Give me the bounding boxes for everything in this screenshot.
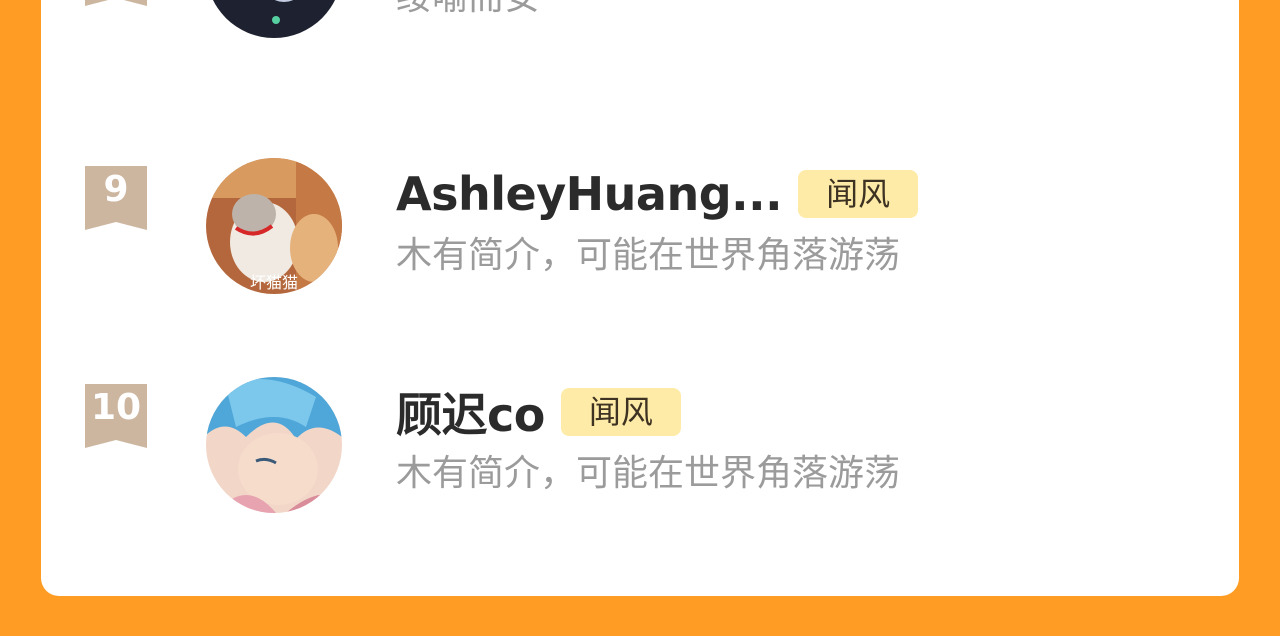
- ranking-list-card: 8 绥喻而安 9: [41, 0, 1239, 596]
- ranking-row-9[interactable]: 9 坏猫猫 AshleyHuang... 闻风 木有简介，可能在世界角落游荡: [41, 150, 1239, 294]
- rank-number: 10: [90, 387, 142, 428]
- ranking-row-10[interactable]: 10 顾迟co 闻风 木有简介，可能在世界角落游荡: [41, 368, 1239, 513]
- ribbon-icon: [85, 0, 147, 6]
- avatar[interactable]: [206, 0, 342, 38]
- rank-ribbon-9: 9: [85, 166, 147, 230]
- user-bio: 木有简介，可能在世界角落游荡: [396, 235, 901, 276]
- ranking-row-8[interactable]: 8 绥喻而安: [41, 0, 1239, 42]
- user-name[interactable]: AshleyHuang...: [396, 167, 783, 221]
- user-name-line: 顾迟co 闻风: [396, 384, 681, 442]
- user-bio: 绥喻而安: [396, 0, 540, 20]
- level-badge: 闻风: [560, 388, 681, 436]
- level-badge: 闻风: [798, 170, 919, 218]
- rank-number: 9: [103, 169, 129, 210]
- avatar[interactable]: [206, 377, 342, 513]
- rank-ribbon-8: 8: [85, 0, 147, 6]
- avatar-caption: 坏猫猫: [249, 273, 298, 292]
- user-name[interactable]: 顾迟co: [396, 379, 545, 445]
- user-avatar-anime-boy-icon: [206, 377, 342, 513]
- avatar[interactable]: 坏猫猫: [206, 158, 342, 294]
- user-avatar-dark-photo-icon: [206, 0, 342, 38]
- user-name-line: AshleyHuang... 闻风: [396, 166, 919, 222]
- user-bio: 木有简介，可能在世界角落游荡: [396, 453, 901, 494]
- rank-ribbon-10: 10: [85, 384, 147, 448]
